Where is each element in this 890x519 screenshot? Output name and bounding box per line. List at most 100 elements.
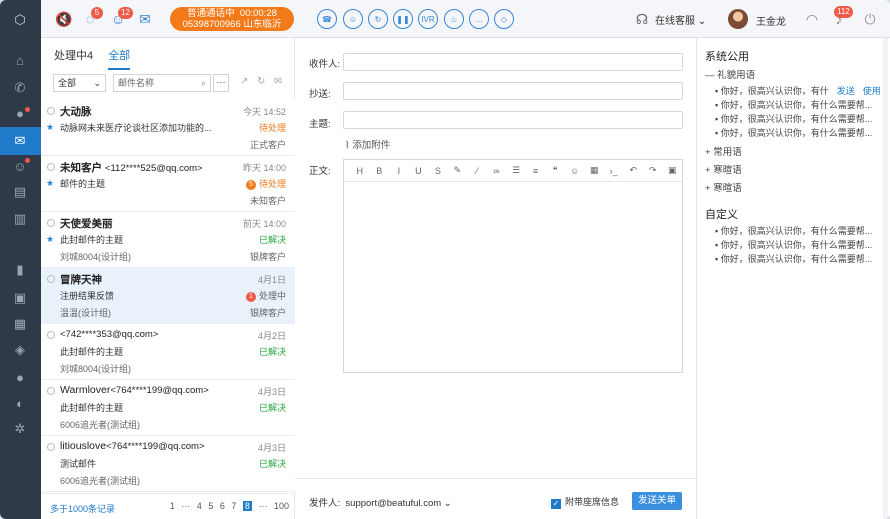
filter-select[interactable]: 全部 ⌄ [53,74,106,92]
italic-icon[interactable]: I [389,166,409,176]
page-ellipsis[interactable]: ··· [181,501,190,511]
phrase-item[interactable]: ▪ 你好，很高兴认识你，有什么需要帮... [715,252,885,265]
chevron-down-icon[interactable]: ⌄ [444,498,452,509]
table-icon[interactable]: ▦ [584,165,604,176]
star-icon[interactable]: ★ [46,122,54,133]
brush-icon[interactable]: ⁄ [467,166,487,176]
phrase-item[interactable]: ▪ 你好，很高兴认识你，有什么需要帮... [715,126,885,139]
no-mail-icon[interactable]: ✉ [136,10,154,28]
scrollbar[interactable] [883,38,888,519]
phrase-item[interactable]: ▪ 你好，很高兴认识你，有什么需要帮... [715,238,885,251]
radio-icon[interactable] [47,443,55,451]
page-link[interactable]: 4 [197,501,202,511]
sms-icon[interactable]: … [469,9,489,29]
radio-icon[interactable] [47,163,55,171]
page-link[interactable]: 5 [208,501,213,511]
list-item[interactable]: <742****353@qq.com> 4月2日 此封邮件的主题 已解决 刘城8… [41,324,295,380]
tag-icon[interactable]: ◇ [494,9,514,29]
star-icon[interactable]: ★ [46,234,54,245]
heading-icon[interactable]: H [350,166,370,176]
stats-icon[interactable]: ▮ [12,262,28,278]
tab-all[interactable]: 全部 [108,47,131,70]
online-status[interactable]: 在线客服 ⌄ [655,12,706,27]
page-link[interactable]: 1 [170,501,175,511]
mail-icon[interactable]: ✉ [12,133,28,149]
hangup-icon[interactable]: ☎ [317,9,337,29]
ivr-button[interactable]: IVR [418,9,438,29]
radio-icon[interactable] [47,107,55,115]
shield-icon[interactable]: ◈ [12,342,28,358]
highlight-icon[interactable]: ✎ [448,165,468,176]
strikethrough-icon[interactable]: S [428,166,448,176]
list-item[interactable]: ★ 未知客户 <112****525@qq.com> 昨天 14:00 邮件的主… [41,156,295,212]
list-item[interactable]: Warmlover<764****199@qq.com> 4月3日 此封邮件的主… [41,380,295,436]
tab-processing[interactable]: 处理中4 [54,47,93,68]
radio-icon[interactable] [47,275,55,283]
phrase-item[interactable]: ▪ 你好，很高兴认识你，有什么需要帮... [715,98,885,111]
image-icon[interactable]: ▣ [663,165,683,176]
page-link[interactable]: 6 [220,501,225,511]
compass-icon[interactable]: ◐ [12,395,28,411]
ticket-icon[interactable]: ▤ [12,184,28,200]
cup-icon[interactable]: ♨ [444,9,464,29]
ordered-list-icon[interactable]: ≡ [526,166,546,176]
phrase-item[interactable]: ▪ 你好，很高兴认识你，有什 发送 使用 [715,84,885,97]
link-icon[interactable]: ∞ [487,166,507,176]
record-count[interactable]: 多于1000条记录 [50,502,115,515]
underline-icon[interactable]: U [409,166,429,176]
export-icon[interactable]: ↗ [240,76,248,87]
radio-icon[interactable] [47,219,55,227]
headset-icon[interactable]: ☊ [633,10,651,28]
radio-icon[interactable] [47,387,55,395]
user-name[interactable]: 王金龙 [756,13,786,28]
seat-info-checkbox[interactable]: ✓ 附带座席信息 [551,495,619,509]
transfer-icon[interactable]: ↻ [368,9,388,29]
list-item-selected[interactable]: 冒牌天神 4月1日 注册结果反馈 1 处理中 温温(设计组) 银牌客户 [41,268,295,324]
search-input[interactable]: 邮件名称 ⌕ [113,74,211,92]
common-group[interactable]: + 常用语 [705,144,742,158]
list-item[interactable]: litiouslove<764****199@qq.com> 4月3日 测试邮件… [41,436,295,492]
list-item[interactable]: ★ 大动脉 今天 14:52 动脉网未来医疗论谈社区添加功能的... 待处理 正… [41,100,295,156]
to-field[interactable] [343,53,683,71]
book-icon[interactable]: ▥ [12,211,28,227]
redo-icon[interactable]: ↷ [643,165,663,176]
emoji-icon[interactable]: ☺ [565,166,585,176]
undo-icon[interactable]: ↶ [623,165,643,176]
phone-icon[interactable]: ✆ [12,80,28,96]
send-close-button[interactable]: 发送关单 [632,492,682,510]
code-icon[interactable]: ›_ [604,166,624,176]
subject-field[interactable] [343,111,683,129]
phrase-item[interactable]: ▪ 你好，很高兴认识你，有什么需要帮... [715,112,885,125]
bold-icon[interactable]: B [370,166,390,176]
greeting-group[interactable]: + 寒暄语 [705,180,742,194]
power-icon[interactable]: ⏻ [861,10,879,28]
call-status-pill[interactable]: 普通通话中 00:00:28 05398700966 山东临沂 [170,7,294,31]
sender-select[interactable]: support@beatuful.com [345,498,441,509]
cc-field[interactable] [343,82,683,100]
page-link[interactable]: 100 [274,501,289,511]
body-editor[interactable]: H B I U S ✎ ⁄ ∞ ☰ ≡ ❝ ☺ ▦ ›_ ↶ ↷ ▣ [343,159,683,373]
bullet-list-icon[interactable]: ☰ [506,165,526,176]
phrase-item[interactable]: ▪ 你好，很高兴认识你，有什么需要帮... [715,224,885,237]
mute-icon[interactable]: 🔇 [55,10,73,28]
quote-icon[interactable]: ❝ [545,165,565,176]
monitor-icon[interactable]: ▣ [12,290,28,306]
search-icon[interactable]: ⌕ [201,75,206,91]
avatar[interactable] [728,9,748,29]
phrase-use-link[interactable]: 使用 [863,86,881,96]
more-button[interactable]: ··· [213,74,229,92]
calendar-icon[interactable]: ▦ [12,316,28,332]
list-item[interactable]: ★ 天使爱美丽 前天 14:00 此封邮件的主题 已解决 刘城8004(设计组)… [41,212,295,268]
radio-icon[interactable] [47,331,55,339]
gear-icon[interactable]: ✲ [12,421,28,437]
phrase-send-link[interactable]: 发送 [837,86,855,96]
compose-icon[interactable]: ✉ [274,76,282,87]
page-current[interactable]: 8 [242,501,252,511]
polite-group[interactable]: — 礼貌用语 [705,67,755,81]
pause-icon[interactable]: ❚❚ [393,9,413,29]
add-attachment-button[interactable]: ⌇ 添加附件 [345,137,390,151]
home-icon[interactable]: ⌂ [12,52,28,68]
page-link[interactable]: 7 [231,501,236,511]
star-icon[interactable]: ★ [46,178,54,189]
message-icon[interactable]: ● [12,369,28,385]
